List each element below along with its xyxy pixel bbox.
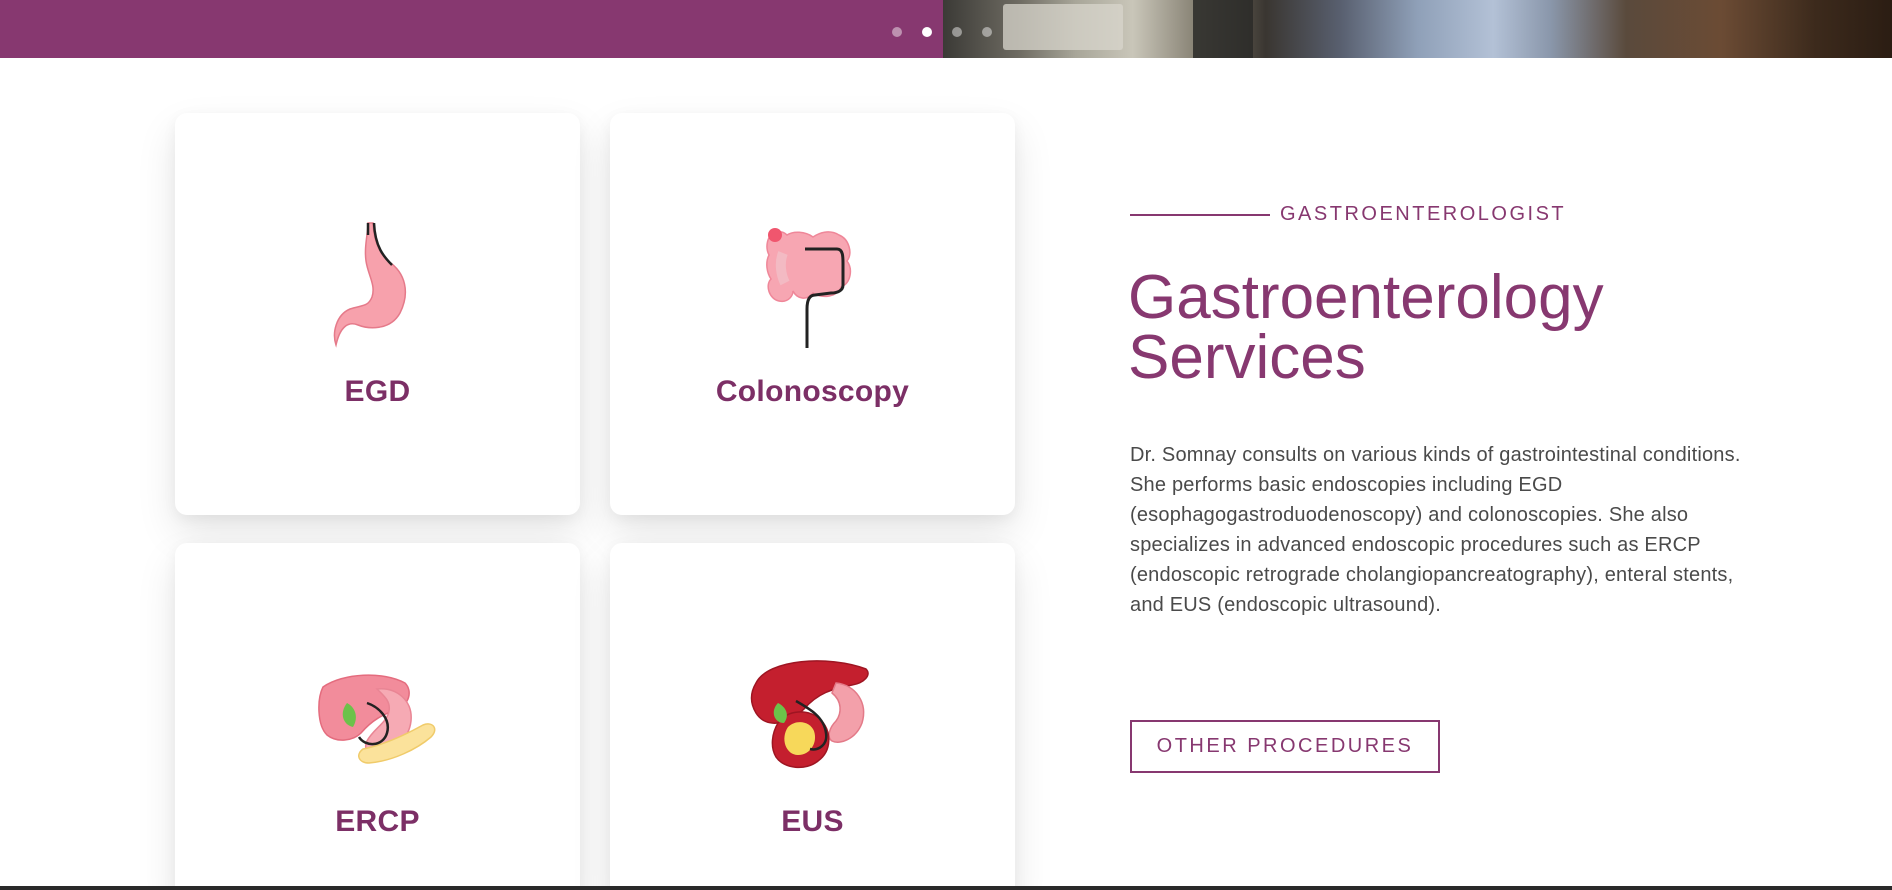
eyebrow-divider <box>1130 214 1270 216</box>
service-card-colonoscopy[interactable]: Colonoscopy <box>610 113 1015 515</box>
hero-photo-cable <box>1193 0 1253 58</box>
slider-dot-1[interactable] <box>892 27 902 37</box>
service-card-egd[interactable]: EGD <box>175 113 580 515</box>
section-description: Dr. Somnay consults on various kinds of … <box>1130 444 1741 616</box>
liver-ultrasound-icon <box>750 660 869 769</box>
slider-dot-4[interactable] <box>982 27 992 37</box>
next-section-edge <box>0 886 1892 890</box>
hero-slider-banner <box>0 0 1892 58</box>
service-title: EGD <box>344 375 411 408</box>
section-heading: Gastroenterology Services <box>1128 263 1604 392</box>
slider-dot-3[interactable] <box>952 27 962 37</box>
service-title: ERCP <box>335 805 420 838</box>
service-title: EUS <box>781 805 844 838</box>
colon-icon <box>765 228 851 348</box>
service-card-eus[interactable]: EUS <box>610 543 1015 890</box>
service-card-ercp[interactable]: ERCP <box>175 543 580 890</box>
slider-dot-2[interactable] <box>922 27 932 37</box>
section-eyebrow: GASTROENTEROLOGIST <box>1280 203 1567 225</box>
slider-pagination <box>892 27 992 37</box>
service-title: Colonoscopy <box>715 375 910 408</box>
hero-photo <box>943 0 1892 58</box>
pancreas-liver-icon <box>317 674 435 764</box>
hero-photo-equipment <box>1003 4 1123 50</box>
other-procedures-button[interactable]: OTHER PROCEDURES <box>1130 720 1440 773</box>
stomach-icon <box>333 222 406 348</box>
